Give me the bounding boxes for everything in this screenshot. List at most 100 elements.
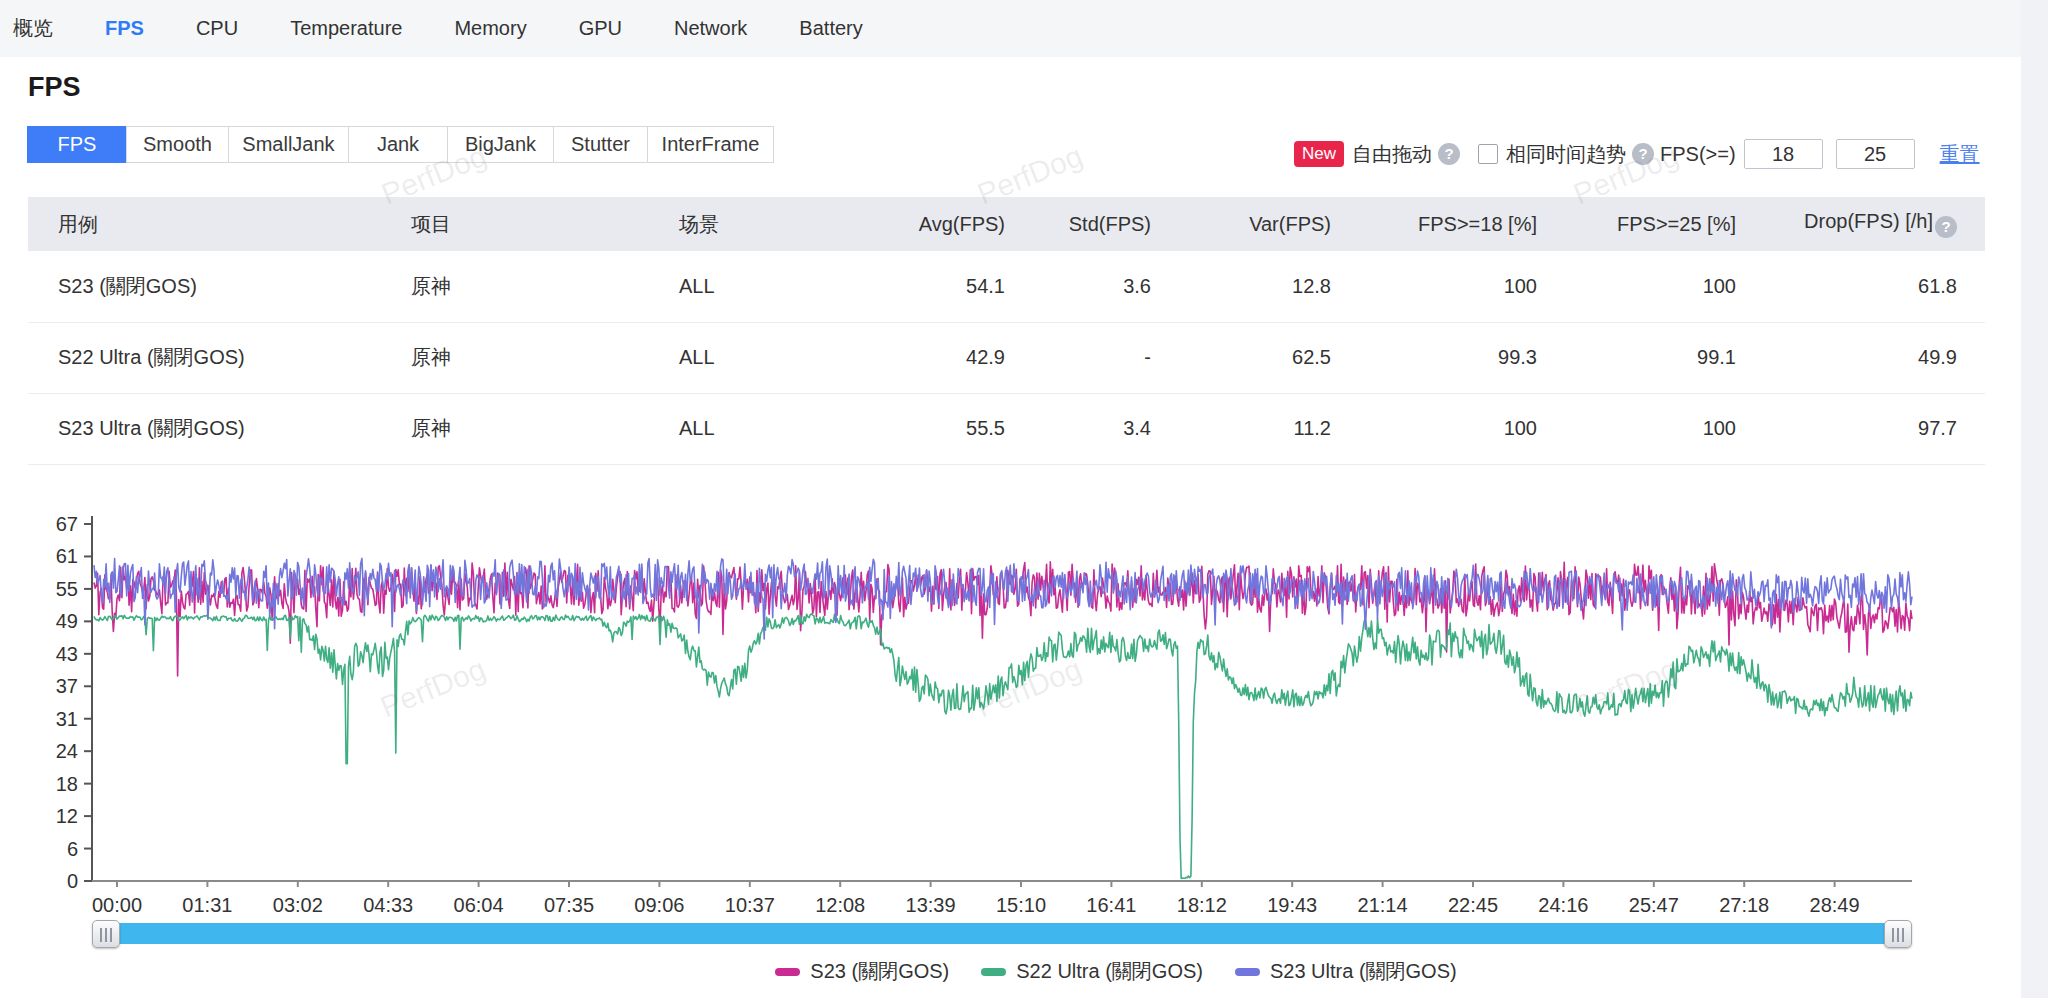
svg-text:01:31: 01:31 bbox=[182, 894, 232, 916]
svg-text:06:04: 06:04 bbox=[454, 894, 504, 916]
svg-text:61: 61 bbox=[56, 545, 78, 567]
table-cell: 100 bbox=[1565, 393, 1764, 464]
svg-text:19:43: 19:43 bbox=[1267, 894, 1317, 916]
same-time-trend-label: 相同时间趋势 bbox=[1506, 141, 1626, 168]
zoom-handle-right[interactable] bbox=[1884, 920, 1912, 948]
svg-text:6: 6 bbox=[67, 838, 78, 860]
table-cell: ALL bbox=[679, 322, 849, 393]
table-row: S23 (關閉GOS)原神ALL54.13.612.810010061.8 bbox=[28, 251, 1985, 322]
same-time-trend-checkbox[interactable] bbox=[1478, 144, 1498, 164]
chart-zoom-scrollbar[interactable] bbox=[92, 920, 1912, 948]
tab-bigjank[interactable]: BigJank bbox=[447, 126, 554, 163]
column-header: FPS>=25 [%] bbox=[1565, 197, 1764, 251]
legend-label: S23 Ultra (關閉GOS) bbox=[1270, 958, 1457, 985]
nav-item-gpu[interactable]: GPU bbox=[579, 17, 622, 40]
page-scrollbar[interactable] bbox=[2021, 0, 2048, 998]
nav-item-temperature[interactable]: Temperature bbox=[290, 17, 402, 40]
table-cell: ALL bbox=[679, 251, 849, 322]
svg-text:25:47: 25:47 bbox=[1629, 894, 1679, 916]
column-header: 场景 bbox=[679, 197, 849, 251]
column-header: Var(FPS) bbox=[1179, 197, 1359, 251]
fps-threshold-label: FPS(>=) bbox=[1660, 143, 1736, 166]
table-cell: S22 Ultra (關閉GOS) bbox=[28, 322, 411, 393]
fps-low-input[interactable] bbox=[1744, 139, 1823, 169]
tab-fps[interactable]: FPS bbox=[27, 126, 127, 163]
table-row: S23 Ultra (關閉GOS)原神ALL55.53.411.21001009… bbox=[28, 393, 1985, 464]
top-nav: 概览 FPS CPU Temperature Memory GPU Network Batte… bbox=[0, 0, 2048, 57]
svg-text:12:08: 12:08 bbox=[815, 894, 865, 916]
table-cell: 原神 bbox=[411, 322, 679, 393]
zoom-handle-left[interactable] bbox=[92, 920, 120, 948]
new-badge: New bbox=[1294, 141, 1344, 167]
tab-interframe[interactable]: InterFrame bbox=[647, 126, 774, 163]
svg-text:24: 24 bbox=[56, 740, 78, 762]
table-cell: 54.1 bbox=[849, 251, 1033, 322]
svg-text:0: 0 bbox=[67, 870, 78, 892]
svg-text:24:16: 24:16 bbox=[1538, 894, 1588, 916]
table-cell: S23 Ultra (關閉GOS) bbox=[28, 393, 411, 464]
fps-line-chart[interactable]: 061218243137434955616700:0001:3103:0204:… bbox=[0, 500, 2048, 930]
table-cell: 55.5 bbox=[849, 393, 1033, 464]
legend-marker-icon bbox=[981, 968, 1006, 976]
nav-item-battery[interactable]: Battery bbox=[799, 17, 862, 40]
column-header: Drop(FPS) [/h]? bbox=[1764, 197, 1985, 251]
tab-stutter[interactable]: Stutter bbox=[553, 126, 648, 163]
svg-text:21:14: 21:14 bbox=[1358, 894, 1408, 916]
svg-text:31: 31 bbox=[56, 708, 78, 730]
nav-item-network[interactable]: Network bbox=[674, 17, 747, 40]
table-cell: 原神 bbox=[411, 393, 679, 464]
table-cell: 62.5 bbox=[1179, 322, 1359, 393]
table-cell: 49.9 bbox=[1764, 322, 1985, 393]
nav-item-[interactable]: 概览 bbox=[13, 15, 53, 42]
legend-item[interactable]: S23 Ultra (關閉GOS) bbox=[1235, 958, 1457, 985]
tab-smooth[interactable]: Smooth bbox=[126, 126, 229, 163]
table-cell: 61.8 bbox=[1764, 251, 1985, 322]
column-header: Std(FPS) bbox=[1033, 197, 1179, 251]
svg-text:67: 67 bbox=[56, 513, 78, 535]
table-cell: 12.8 bbox=[1179, 251, 1359, 322]
drop-fps-help-icon[interactable]: ? bbox=[1935, 216, 1957, 238]
svg-text:22:45: 22:45 bbox=[1448, 894, 1498, 916]
legend-marker-icon bbox=[775, 968, 800, 976]
svg-text:49: 49 bbox=[56, 610, 78, 632]
legend-item[interactable]: S22 Ultra (關閉GOS) bbox=[981, 958, 1203, 985]
svg-text:37: 37 bbox=[56, 675, 78, 697]
chart-legend: S23 (關閉GOS) S22 Ultra (關閉GOS) S23 Ultra (關… bbox=[206, 958, 2026, 985]
svg-text:55: 55 bbox=[56, 578, 78, 600]
table-cell: 100 bbox=[1565, 251, 1764, 322]
perfdog-fps-page: 概览 FPS CPU Temperature Memory GPU Network Batte… bbox=[0, 0, 2048, 998]
svg-text:43: 43 bbox=[56, 643, 78, 665]
table-cell: 97.7 bbox=[1764, 393, 1985, 464]
svg-text:15:10: 15:10 bbox=[996, 894, 1046, 916]
free-drag-label: 自由拖动 bbox=[1352, 141, 1432, 168]
zoom-scrollbar-track[interactable] bbox=[94, 923, 1910, 944]
table-cell: 100 bbox=[1359, 251, 1565, 322]
svg-text:07:35: 07:35 bbox=[544, 894, 594, 916]
tab-smalljank[interactable]: SmallJank bbox=[228, 126, 349, 163]
table-cell: - bbox=[1033, 322, 1179, 393]
fps-high-input[interactable] bbox=[1836, 139, 1915, 169]
legend-item[interactable]: S23 (關閉GOS) bbox=[775, 958, 949, 985]
column-header: 用例 bbox=[28, 197, 411, 251]
svg-text:18: 18 bbox=[56, 773, 78, 795]
svg-text:28:49: 28:49 bbox=[1810, 894, 1860, 916]
svg-text:27:18: 27:18 bbox=[1719, 894, 1769, 916]
tab-jank[interactable]: Jank bbox=[348, 126, 448, 163]
table-cell: 99.3 bbox=[1359, 322, 1565, 393]
table-cell: 3.4 bbox=[1033, 393, 1179, 464]
reset-link[interactable]: 重置 bbox=[1940, 141, 1980, 168]
table-header-row: 用例项目场景Avg(FPS)Std(FPS)Var(FPS)FPS>=18 [%… bbox=[28, 197, 1985, 251]
help-icon[interactable]: ? bbox=[1632, 143, 1654, 165]
table-cell: 11.2 bbox=[1179, 393, 1359, 464]
help-icon[interactable]: ? bbox=[1438, 143, 1460, 165]
grip-icon bbox=[100, 928, 113, 942]
svg-text:16:41: 16:41 bbox=[1086, 894, 1136, 916]
fps-stats-table: 用例项目场景Avg(FPS)Std(FPS)Var(FPS)FPS>=18 [%… bbox=[28, 197, 1985, 465]
table-cell: 100 bbox=[1359, 393, 1565, 464]
nav-item-memory[interactable]: Memory bbox=[454, 17, 526, 40]
svg-text:10:37: 10:37 bbox=[725, 894, 775, 916]
legend-label: S23 (關閉GOS) bbox=[810, 958, 949, 985]
nav-item-fps[interactable]: FPS bbox=[105, 17, 144, 40]
nav-item-cpu[interactable]: CPU bbox=[196, 17, 238, 40]
svg-text:18:12: 18:12 bbox=[1177, 894, 1227, 916]
